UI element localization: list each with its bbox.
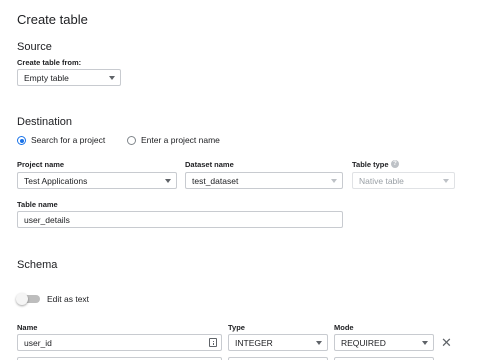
destination-heading: Destination [17, 116, 73, 128]
table-name-label: Table name [17, 200, 58, 209]
page-title: Create table [17, 12, 88, 27]
chevron-down-icon [165, 179, 171, 183]
schema-field-name-input[interactable]: user_id [17, 334, 222, 351]
schema-col-mode: Mode [334, 323, 354, 332]
source-heading: Source [17, 41, 52, 53]
edit-as-text-toggle-knob[interactable] [16, 293, 28, 305]
chevron-down-icon [331, 179, 337, 183]
chevron-down-icon [443, 179, 449, 183]
schema-col-name: Name [17, 323, 38, 332]
remove-field-icon[interactable]: ✕ [441, 336, 452, 349]
radio-search-project-label[interactable]: Search for a project [31, 135, 105, 145]
create-from-select[interactable]: Empty table [17, 69, 121, 86]
schema-field-name-value: user_id [24, 337, 52, 348]
chevron-down-icon [109, 76, 115, 80]
schema-col-type: Type [228, 323, 245, 332]
edit-as-text-label: Edit as text [47, 294, 90, 304]
table-type-select: Native table [352, 172, 455, 189]
schema-field-type-select[interactable]: INTEGER [228, 334, 328, 351]
dataset-name-value: test_dataset [192, 175, 239, 186]
radio-search-project[interactable] [17, 136, 26, 145]
create-from-value: Empty table [24, 72, 69, 83]
schema-field-mode-value: REQUIRED [341, 337, 386, 348]
table-name-input[interactable]: user_details [17, 211, 343, 228]
chevron-down-icon [422, 341, 428, 345]
table-type-value: Native table [359, 175, 404, 186]
table-name-value: user_details [24, 214, 70, 225]
schema-heading: Schema [17, 259, 58, 271]
help-icon[interactable]: ? [391, 160, 399, 168]
radio-enter-project[interactable] [127, 136, 136, 145]
schema-field-type-value: INTEGER [235, 337, 273, 348]
table-type-label: Table type [352, 160, 389, 169]
project-name-select[interactable]: Test Applications [17, 172, 177, 189]
project-name-value: Test Applications [24, 175, 88, 186]
chevron-down-icon [316, 341, 322, 345]
info-card-icon[interactable] [209, 338, 217, 347]
create-from-label: Create table from: [17, 58, 82, 67]
dataset-name-label: Dataset name [185, 160, 234, 169]
project-name-label: Project name [17, 160, 65, 169]
radio-enter-project-label[interactable]: Enter a project name [141, 135, 220, 145]
schema-field-mode-select[interactable]: REQUIRED [334, 334, 434, 351]
dataset-name-select[interactable]: test_dataset [185, 172, 343, 189]
